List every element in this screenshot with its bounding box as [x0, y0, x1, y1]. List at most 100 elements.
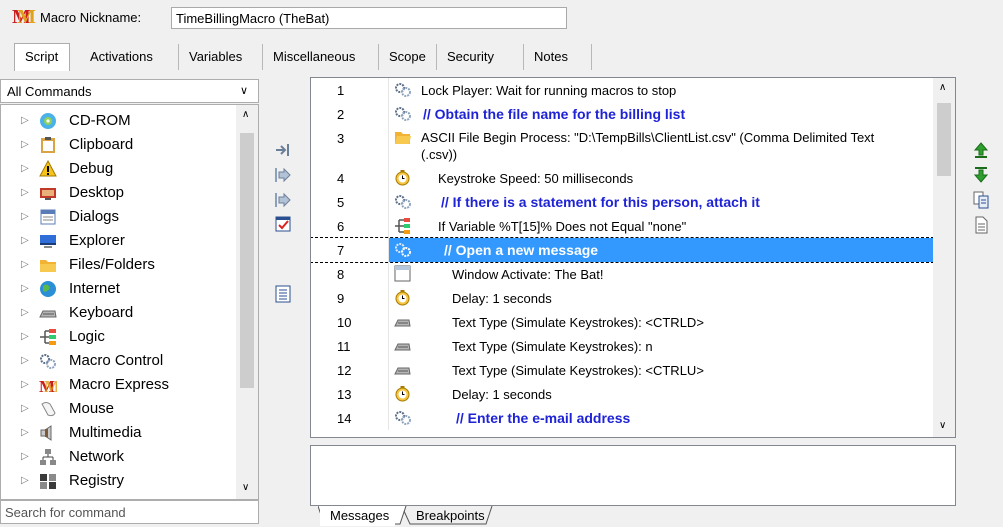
tab-messages[interactable]: Messages: [320, 506, 396, 526]
expand-triangle-icon[interactable]: ▷: [21, 229, 29, 253]
script-row[interactable]: 11 Text Type (Simulate Keystrokes): n: [311, 334, 933, 358]
tree-item-registry[interactable]: ▷ Registry: [1, 469, 233, 493]
tab-strip: Script Activations Variables Miscellaneo…: [0, 43, 1003, 71]
script-row[interactable]: 14 // Enter the e-mail address: [311, 406, 933, 430]
tree-item-internet[interactable]: ▷ Internet: [1, 277, 233, 301]
tree-item-macro-control[interactable]: ▷ Macro Control: [1, 349, 233, 373]
script-row[interactable]: 10 Text Type (Simulate Keystrokes): <CTR…: [311, 310, 933, 334]
nickname-bar: MM Macro Nickname:: [0, 0, 1003, 38]
line-number: 12: [337, 363, 352, 378]
command-text: Text Type (Simulate Keystrokes): <CTRLD>: [452, 315, 704, 330]
tree-item-mouse[interactable]: ▷ Mouse: [1, 397, 233, 421]
tree-item-label: Internet: [69, 280, 120, 297]
nickname-label: Macro Nickname:: [40, 10, 142, 25]
script-row[interactable]: 2 // Obtain the file name for the billin…: [311, 102, 933, 126]
script-row[interactable]: 9 Delay: 1 seconds: [311, 286, 933, 310]
tree-item-multimedia[interactable]: ▷ Multimedia: [1, 421, 233, 445]
script-scroll-thumb[interactable]: [937, 103, 951, 176]
scroll-up-icon[interactable]: ∧: [939, 82, 946, 93]
expand-triangle-icon[interactable]: ▷: [21, 373, 29, 397]
insert-command-button[interactable]: [274, 141, 292, 159]
expand-triangle-icon[interactable]: ▷: [21, 277, 29, 301]
line-number: 1: [337, 83, 345, 98]
tree-item-label: Clipboard: [69, 136, 134, 153]
tree-item-label: Debug: [69, 160, 114, 177]
script-editor: 1 Lock Player: Wait for running macros t…: [310, 77, 956, 438]
script-row[interactable]: 13 Delay: 1 seconds: [311, 382, 933, 406]
copy-icon[interactable]: [973, 191, 989, 209]
expand-triangle-icon[interactable]: ▷: [21, 133, 29, 157]
expand-triangle-icon[interactable]: ▷: [21, 421, 29, 445]
tree-scroll-thumb[interactable]: [240, 133, 254, 388]
tree-item-dialogs[interactable]: ▷ Dialogs: [1, 205, 233, 229]
tab-security[interactable]: Security: [437, 44, 524, 70]
keyboard-icon: [39, 310, 57, 318]
tree-item-macro-express[interactable]: ▷ MM Macro Express: [1, 373, 233, 397]
command-filter-select[interactable]: All Commands ∨: [0, 79, 259, 103]
expand-triangle-icon[interactable]: ▷: [21, 301, 29, 325]
tab-activations[interactable]: Activations: [80, 44, 179, 70]
line-number-cell: 13: [311, 382, 389, 406]
line-number-cell: 9: [311, 286, 389, 310]
tree-scrollbar[interactable]: ∧ ∨: [236, 105, 258, 499]
line-number-cell: 7: [311, 238, 389, 262]
script-row-selected[interactable]: 7 // Open a new message: [311, 237, 934, 263]
expand-triangle-icon[interactable]: ▷: [21, 253, 29, 277]
tree-item-desktop[interactable]: ▷ Desktop: [1, 181, 233, 205]
tree-item-keyboard[interactable]: ▷ Keyboard: [1, 301, 233, 325]
script-row[interactable]: 6 If Variable %T[15]% Does not Equal "no…: [311, 214, 933, 238]
document-icon[interactable]: [973, 216, 989, 234]
insert-arrow-icon[interactable]: [274, 191, 292, 209]
warning-icon: [39, 160, 57, 177]
line-number-cell: 4: [311, 166, 389, 190]
tree-item-label: Macro Express: [69, 376, 170, 393]
tree-item-files-folders[interactable]: ▷ Files/Folders: [1, 253, 233, 277]
tree-item-clipboard[interactable]: ▷ Clipboard: [1, 133, 233, 157]
expand-triangle-icon[interactable]: ▷: [21, 157, 29, 181]
move-up-button[interactable]: [973, 141, 989, 159]
list-view-icon[interactable]: [274, 285, 292, 303]
tab-variables[interactable]: Variables: [179, 44, 263, 70]
command-filter-value: All Commands: [7, 84, 92, 99]
script-row[interactable]: 12 Text Type (Simulate Keystrokes): <CTR…: [311, 358, 933, 382]
line-number-cell: 5: [311, 190, 389, 214]
script-row[interactable]: 4 Keystroke Speed: 50 milliseconds: [311, 166, 933, 190]
tree-item-logic[interactable]: ▷ Logic: [1, 325, 233, 349]
tab-miscellaneous[interactable]: Miscellaneous: [263, 44, 379, 70]
expand-triangle-icon[interactable]: ▷: [21, 469, 29, 493]
scroll-up-icon[interactable]: ∧: [242, 109, 249, 120]
expand-triangle-icon[interactable]: ▷: [21, 205, 29, 229]
command-text: Delay: 1 seconds: [452, 291, 552, 306]
folder-icon: [40, 260, 56, 272]
tree-item-network[interactable]: ▷ Network: [1, 445, 233, 469]
expand-triangle-icon[interactable]: ▷: [21, 325, 29, 349]
tab-script[interactable]: Script: [14, 43, 70, 71]
scroll-down-icon[interactable]: ∨: [939, 420, 946, 431]
line-number: 11: [337, 339, 351, 354]
script-scrollbar[interactable]: ∧ ∨: [933, 78, 955, 437]
expand-triangle-icon[interactable]: ▷: [21, 397, 29, 421]
tab-breakpoints[interactable]: Breakpoints: [406, 506, 491, 526]
script-row[interactable]: 1 Lock Player: Wait for running macros t…: [311, 78, 933, 102]
script-row[interactable]: 3 ASCII File Begin Process: "D:\TempBill…: [311, 126, 933, 166]
tab-scope[interactable]: Scope: [379, 44, 437, 70]
insert-arrow-icon[interactable]: [274, 166, 292, 184]
tree-item-debug[interactable]: ▷ Debug: [1, 157, 233, 181]
script-row[interactable]: 5 // If there is a statement for this pe…: [311, 190, 933, 214]
command-search-input[interactable]: [0, 500, 259, 524]
nickname-input[interactable]: [171, 7, 567, 29]
expand-triangle-icon[interactable]: ▷: [21, 349, 29, 373]
check-item-icon[interactable]: [274, 215, 292, 233]
tab-notes[interactable]: Notes: [524, 44, 592, 70]
scroll-down-icon[interactable]: ∨: [242, 482, 249, 493]
script-row[interactable]: 8 Window Activate: The Bat!: [311, 262, 933, 286]
move-down-button[interactable]: [973, 166, 989, 184]
tree-item-explorer[interactable]: ▷ Explorer: [1, 229, 233, 253]
line-number: 13: [337, 387, 352, 402]
expand-triangle-icon[interactable]: ▷: [21, 109, 29, 133]
tree-item-cd-rom[interactable]: ▷ CD-ROM: [1, 109, 233, 133]
expand-triangle-icon[interactable]: ▷: [21, 181, 29, 205]
expand-triangle-icon[interactable]: ▷: [21, 445, 29, 469]
tree-item-label: Mouse: [69, 400, 115, 417]
line-number-cell: 10: [311, 310, 389, 334]
